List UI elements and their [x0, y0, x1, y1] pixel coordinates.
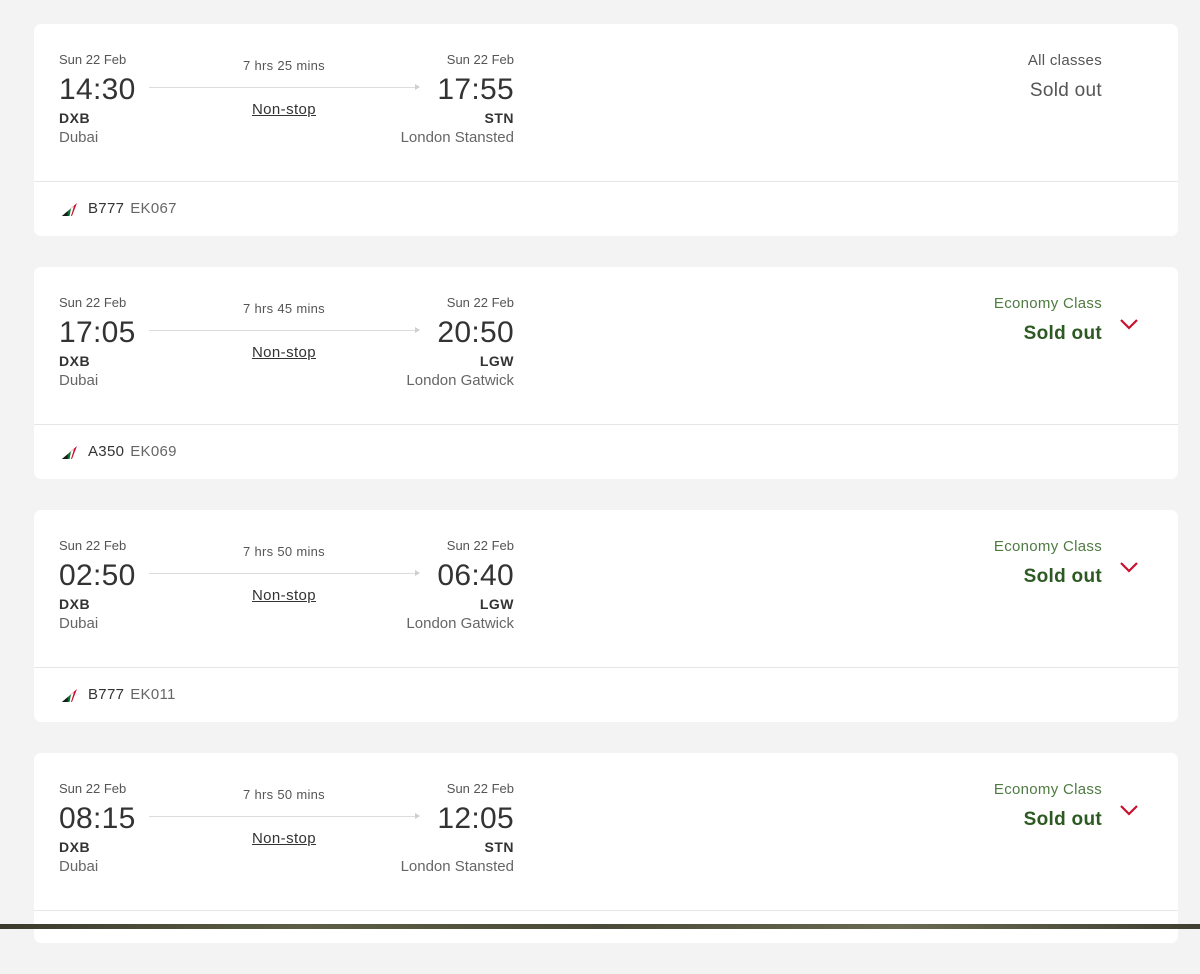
stops-link[interactable]: Non-stop — [149, 344, 419, 361]
arrival-block: Sun 22 Feb 12:05 STN London Stansted — [401, 781, 514, 877]
fare-block: Economy Class Sold out — [994, 295, 1102, 346]
arrival-date: Sun 22 Feb — [446, 538, 514, 553]
arrival-time: 17:55 — [437, 73, 514, 106]
arrival-city: London Gatwick — [406, 372, 514, 389]
flight-number: EK067 — [130, 200, 177, 217]
departure-city: Dubai — [59, 372, 99, 389]
flight-duration: 7 hrs 25 mins — [243, 58, 325, 73]
departure-date: Sun 22 Feb — [59, 295, 127, 310]
background-photo-strip — [0, 924, 1200, 929]
flight-card[interactable]: Sun 22 Feb 08:15 DXB Dubai 7 hrs 50 mins… — [34, 753, 1178, 943]
departure-date: Sun 22 Feb — [59, 781, 127, 796]
arrival-date: Sun 22 Feb — [446, 52, 514, 67]
fare-class-label: All classes — [1027, 52, 1102, 69]
chevron-down-icon[interactable] — [1118, 803, 1140, 817]
flight-card[interactable]: Sun 22 Feb 02:50 DXB Dubai 7 hrs 50 mins… — [34, 510, 1178, 722]
flight-card-summary: Sun 22 Feb 02:50 DXB Dubai 7 hrs 50 mins… — [34, 510, 1178, 668]
flight-route-info: 7 hrs 45 mins Non-stop — [149, 301, 420, 361]
aircraft-type: B777 — [88, 200, 125, 217]
fare-status: Sold out — [1023, 566, 1102, 587]
flight-number: EK069 — [130, 443, 177, 460]
departure-block: Sun 22 Feb 14:30 DXB Dubai — [59, 52, 136, 148]
fare-status: Sold out — [1023, 809, 1102, 830]
arrival-airport-code: STN — [484, 839, 514, 855]
aircraft-type: B777 — [88, 686, 125, 703]
flight-card-summary: Sun 22 Feb 14:30 DXB Dubai 7 hrs 25 mins… — [34, 24, 1178, 182]
flight-route-info: 7 hrs 50 mins Non-stop — [149, 787, 420, 847]
flight-card-details: B777 EK011 — [34, 668, 1178, 722]
arrival-block: Sun 22 Feb 06:40 LGW London Gatwick — [406, 538, 514, 634]
arrival-date: Sun 22 Feb — [446, 781, 514, 796]
arrival-time: 20:50 — [437, 316, 514, 349]
flight-card-summary: Sun 22 Feb 08:15 DXB Dubai 7 hrs 50 mins… — [34, 753, 1178, 911]
flight-results-list: Sun 22 Feb 14:30 DXB Dubai 7 hrs 25 mins… — [34, 24, 1178, 974]
flight-route-info: 7 hrs 50 mins Non-stop — [149, 544, 420, 604]
aircraft-type: A350 — [88, 443, 125, 460]
flight-route-info: 7 hrs 25 mins Non-stop — [149, 58, 420, 118]
flight-duration: 7 hrs 50 mins — [243, 787, 325, 802]
arrival-time: 06:40 — [437, 559, 514, 592]
arrival-date: Sun 22 Feb — [446, 295, 514, 310]
fare-class-label: Economy Class — [993, 781, 1102, 798]
arrival-airport-code: LGW — [479, 596, 514, 612]
arrival-block: Sun 22 Feb 20:50 LGW London Gatwick — [406, 295, 514, 391]
departure-city: Dubai — [59, 615, 99, 632]
fare-status: Sold out — [1029, 80, 1102, 101]
departure-date: Sun 22 Feb — [59, 52, 127, 67]
flight-card-details: A350 EK069 — [34, 425, 1178, 479]
departure-block: Sun 22 Feb 02:50 DXB Dubai — [59, 538, 136, 634]
stops-link[interactable]: Non-stop — [149, 587, 419, 604]
fare-class-label: Economy Class — [993, 538, 1102, 555]
flight-duration: 7 hrs 45 mins — [243, 301, 325, 316]
flight-card[interactable]: Sun 22 Feb 14:30 DXB Dubai 7 hrs 25 mins… — [34, 24, 1178, 236]
departure-block: Sun 22 Feb 08:15 DXB Dubai — [59, 781, 136, 877]
departure-airport-code: DXB — [59, 110, 91, 126]
arrival-block: Sun 22 Feb 17:55 STN London Stansted — [401, 52, 514, 148]
departure-time: 14:30 — [59, 73, 136, 106]
route-line — [149, 330, 419, 331]
fare-block: All classes Sold out — [1028, 52, 1102, 103]
fare-class-label: Economy Class — [993, 295, 1102, 312]
departure-airport-code: DXB — [59, 596, 91, 612]
arrival-airport-code: LGW — [479, 353, 514, 369]
airline-tail-icon — [62, 688, 77, 702]
departure-time: 02:50 — [59, 559, 136, 592]
fare-status: Sold out — [1023, 323, 1102, 344]
flight-info: B777 EK067 — [60, 200, 177, 217]
departure-airport-code: DXB — [59, 353, 91, 369]
departure-city: Dubai — [59, 858, 99, 875]
chevron-down-icon[interactable] — [1118, 317, 1140, 331]
departure-date: Sun 22 Feb — [59, 538, 127, 553]
arrival-city: London Stansted — [400, 858, 514, 875]
flight-card[interactable]: Sun 22 Feb 17:05 DXB Dubai 7 hrs 45 mins… — [34, 267, 1178, 479]
route-line — [149, 87, 419, 88]
departure-time: 08:15 — [59, 802, 136, 835]
fare-block: Economy Class Sold out — [994, 781, 1102, 832]
flight-info: B777 EK011 — [60, 686, 176, 703]
departure-time: 17:05 — [59, 316, 136, 349]
fare-block: Economy Class Sold out — [994, 538, 1102, 589]
flight-card-summary: Sun 22 Feb 17:05 DXB Dubai 7 hrs 45 mins… — [34, 267, 1178, 425]
arrival-city: London Gatwick — [406, 615, 514, 632]
departure-block: Sun 22 Feb 17:05 DXB Dubai — [59, 295, 136, 391]
route-line — [149, 573, 419, 574]
arrival-time: 12:05 — [437, 802, 514, 835]
stops-link[interactable]: Non-stop — [149, 830, 419, 847]
stops-link[interactable]: Non-stop — [149, 101, 419, 118]
arrival-city: London Stansted — [400, 129, 514, 146]
flight-info: A350 EK069 — [60, 443, 177, 460]
arrival-airport-code: STN — [484, 110, 514, 126]
chevron-down-icon[interactable] — [1118, 560, 1140, 574]
flight-number: EK011 — [130, 686, 176, 703]
flight-card-details: B777 EK067 — [34, 182, 1178, 236]
route-line — [149, 816, 419, 817]
airline-tail-icon — [62, 445, 77, 459]
departure-airport-code: DXB — [59, 839, 91, 855]
airline-tail-icon — [62, 202, 77, 216]
departure-city: Dubai — [59, 129, 99, 146]
flight-duration: 7 hrs 50 mins — [243, 544, 325, 559]
